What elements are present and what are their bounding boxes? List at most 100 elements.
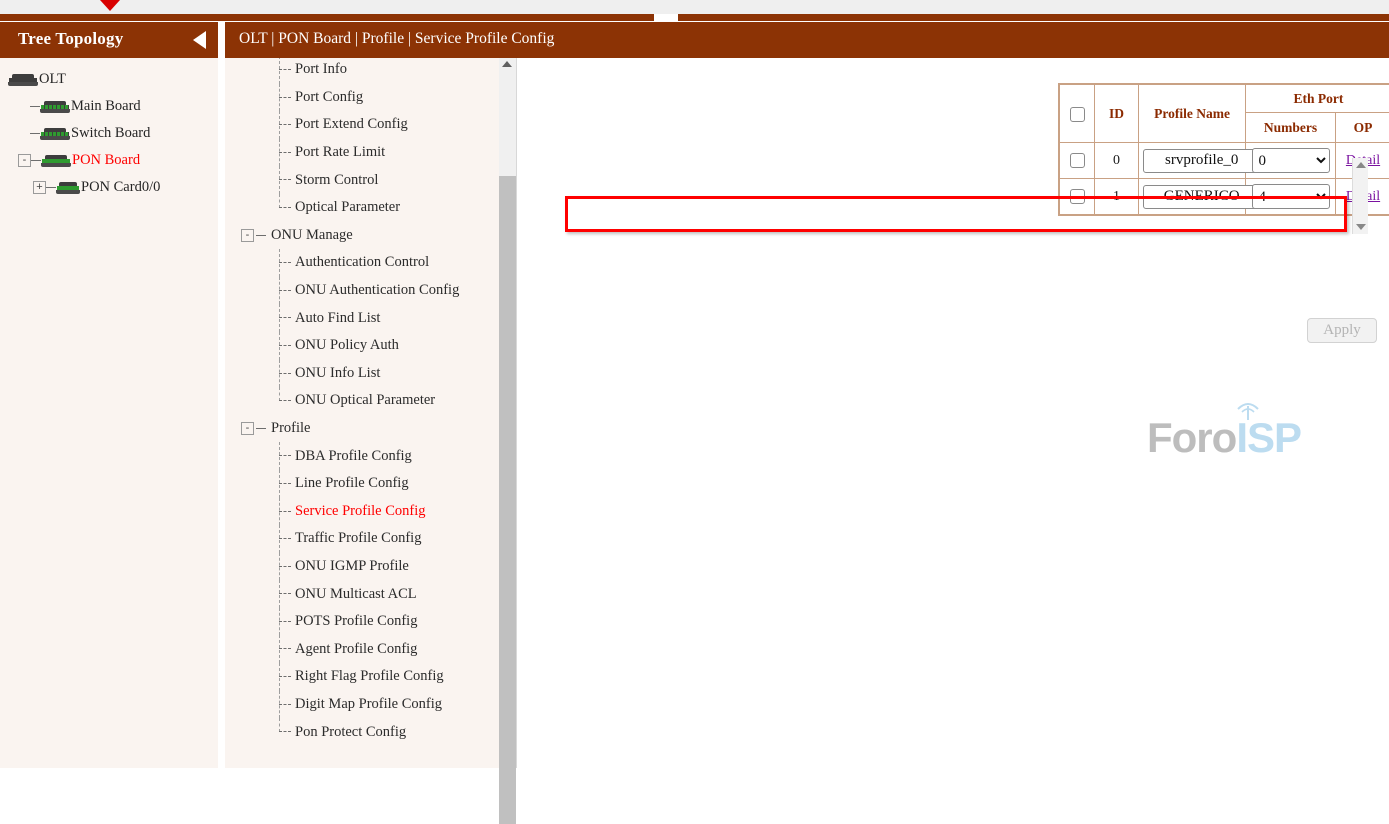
tree-node-label: OLT xyxy=(39,71,66,88)
collapse-panel-icon[interactable] xyxy=(193,31,206,49)
row-checkbox[interactable] xyxy=(1070,153,1085,168)
header-id: ID xyxy=(1095,85,1139,143)
table-scrollbar[interactable] xyxy=(1352,158,1368,234)
tree-topology-body: OLT Main Board Switch Board - PON Board xyxy=(0,58,218,768)
tree-connector xyxy=(273,718,295,746)
tree-connector xyxy=(273,691,295,719)
tree-connector xyxy=(273,360,295,388)
row-checkbox[interactable] xyxy=(1070,189,1085,204)
header-eth-numbers: Numbers xyxy=(1246,113,1335,143)
row-profile-name-cell xyxy=(1138,179,1246,215)
menu-item-agent-profile-config[interactable]: Agent Profile Config xyxy=(273,635,508,663)
menu-item-label: Pon Protect Config xyxy=(295,724,406,741)
menu-item-service-profile-config[interactable]: Service Profile Config xyxy=(273,498,508,526)
tree-branch-line xyxy=(46,187,56,188)
menu-item-storm-control[interactable]: Storm Control xyxy=(273,166,508,194)
menu-group-profile[interactable]: - Profile xyxy=(225,415,508,443)
menu-scrollbar[interactable] xyxy=(499,56,516,768)
menu-item-label: Traffic Profile Config xyxy=(295,530,421,547)
tree-connector xyxy=(273,387,295,415)
menu-item-label: ONU Authentication Config xyxy=(295,282,459,299)
tree-connector xyxy=(273,139,295,167)
menu-item-port-rate-limit[interactable]: Port Rate Limit xyxy=(273,139,508,167)
scroll-down-arrow-icon[interactable] xyxy=(1356,224,1366,230)
tree-node-label: Switch Board xyxy=(71,125,150,142)
menu-scrollbar-thumb[interactable] xyxy=(499,176,516,824)
device-olt-icon xyxy=(8,74,38,86)
top-accent-bar-left xyxy=(0,14,654,21)
eth-numbers-select[interactable]: 0 xyxy=(1252,148,1330,173)
tree-connector xyxy=(273,56,295,84)
menu-item-digit-map-profile-config[interactable]: Digit Map Profile Config xyxy=(273,691,508,719)
row-id: 0 xyxy=(1095,143,1139,179)
menu-item-traffic-profile-config[interactable]: Traffic Profile Config xyxy=(273,525,508,553)
navigation-menu-panel: Port Info Port Config Port Extend Config… xyxy=(225,56,508,768)
menu-item-label: ONU Policy Auth xyxy=(295,337,399,354)
menu-item-pon-protect-config[interactable]: Pon Protect Config xyxy=(273,718,508,746)
group-expander-icon[interactable]: - xyxy=(241,229,254,242)
tree-connector xyxy=(273,277,295,305)
tree-branch-line xyxy=(256,428,266,429)
eth-numbers-select[interactable]: 4 xyxy=(1252,184,1330,209)
menu-item-right-flag-profile-config[interactable]: Right Flag Profile Config xyxy=(273,663,508,691)
menu-item-label: Optical Parameter xyxy=(295,199,400,216)
tree-connector xyxy=(273,580,295,608)
menu-item-onu-multicast-acl[interactable]: ONU Multicast ACL xyxy=(273,580,508,608)
tree-branch-line xyxy=(30,133,40,134)
menu-item-label: Port Extend Config xyxy=(295,116,408,133)
menu-item-label: ONU Info List xyxy=(295,365,380,382)
menu-item-pots-profile-config[interactable]: POTS Profile Config xyxy=(273,608,508,636)
menu-item-onu-optical-parameter[interactable]: ONU Optical Parameter xyxy=(273,387,508,415)
menu-item-port-info[interactable]: Port Info xyxy=(273,56,508,84)
apply-button[interactable]: Apply xyxy=(1307,318,1377,343)
tree-connector xyxy=(273,663,295,691)
tree-node-label: PON Card0/0 xyxy=(81,179,160,196)
header-eth-port: Eth Port xyxy=(1246,85,1389,113)
tree-connector xyxy=(273,498,295,526)
select-all-checkbox[interactable] xyxy=(1070,107,1085,122)
menu-item-onu-igmp-profile[interactable]: ONU IGMP Profile xyxy=(273,553,508,581)
tree-connector xyxy=(273,111,295,139)
tree-expander-icon[interactable]: + xyxy=(33,181,46,194)
menu-item-label: Storm Control xyxy=(295,172,378,189)
group-expander-icon[interactable]: - xyxy=(241,422,254,435)
table-row: 0 0 Detail Adapt xyxy=(1060,143,1389,179)
menu-item-authentication-control[interactable]: Authentication Control xyxy=(273,249,508,277)
watermark-text-foro: Foro xyxy=(1147,414,1236,461)
tree-branch-line xyxy=(256,235,266,236)
device-board-icon xyxy=(40,128,70,140)
tree-expander-icon[interactable]: - xyxy=(18,154,31,167)
menu-item-optical-parameter[interactable]: Optical Parameter xyxy=(273,194,508,222)
profile-name-input[interactable] xyxy=(1143,185,1261,209)
tree-node-pon-card[interactable]: + PON Card0/0 xyxy=(0,174,218,201)
tree-node-switch-board[interactable]: Switch Board xyxy=(0,120,218,147)
scroll-up-arrow-icon[interactable] xyxy=(1356,162,1366,168)
scroll-up-arrow-icon[interactable] xyxy=(502,61,512,67)
menu-item-onu-info-list[interactable]: ONU Info List xyxy=(273,360,508,388)
tree-connector xyxy=(273,194,295,222)
device-card-icon xyxy=(56,182,80,194)
content-area: ID Profile Name Eth Port Catv Number POT… xyxy=(527,58,1389,768)
tree-branch-line xyxy=(30,106,40,107)
menu-item-onu-authentication-config[interactable]: ONU Authentication Config xyxy=(273,277,508,305)
panel-divider xyxy=(516,56,517,768)
menu-item-label: ONU Optical Parameter xyxy=(295,392,435,409)
tree-node-olt[interactable]: OLT xyxy=(0,66,218,93)
row-select-cell xyxy=(1060,143,1095,179)
menu-item-label: Authentication Control xyxy=(295,254,429,271)
menu-item-line-profile-config[interactable]: Line Profile Config xyxy=(273,470,508,498)
menu-item-label: Line Profile Config xyxy=(295,475,409,492)
menu-item-port-extend-config[interactable]: Port Extend Config xyxy=(273,111,508,139)
menu-item-label: Agent Profile Config xyxy=(295,641,417,658)
tree-node-pon-board[interactable]: - PON Board xyxy=(0,147,218,174)
menu-item-onu-policy-auth[interactable]: ONU Policy Auth xyxy=(273,332,508,360)
menu-item-label: ONU IGMP Profile xyxy=(295,558,409,575)
menu-item-dba-profile-config[interactable]: DBA Profile Config xyxy=(273,442,508,470)
profile-name-input[interactable] xyxy=(1143,149,1261,173)
device-board-icon xyxy=(41,155,71,167)
menu-group-onu-manage[interactable]: - ONU Manage xyxy=(225,222,508,250)
content-header-bar: OLT | PON Board | Profile | Service Prof… xyxy=(225,22,1389,58)
menu-item-port-config[interactable]: Port Config xyxy=(273,84,508,112)
menu-item-auto-find-list[interactable]: Auto Find List xyxy=(273,304,508,332)
tree-node-main-board[interactable]: Main Board xyxy=(0,93,218,120)
